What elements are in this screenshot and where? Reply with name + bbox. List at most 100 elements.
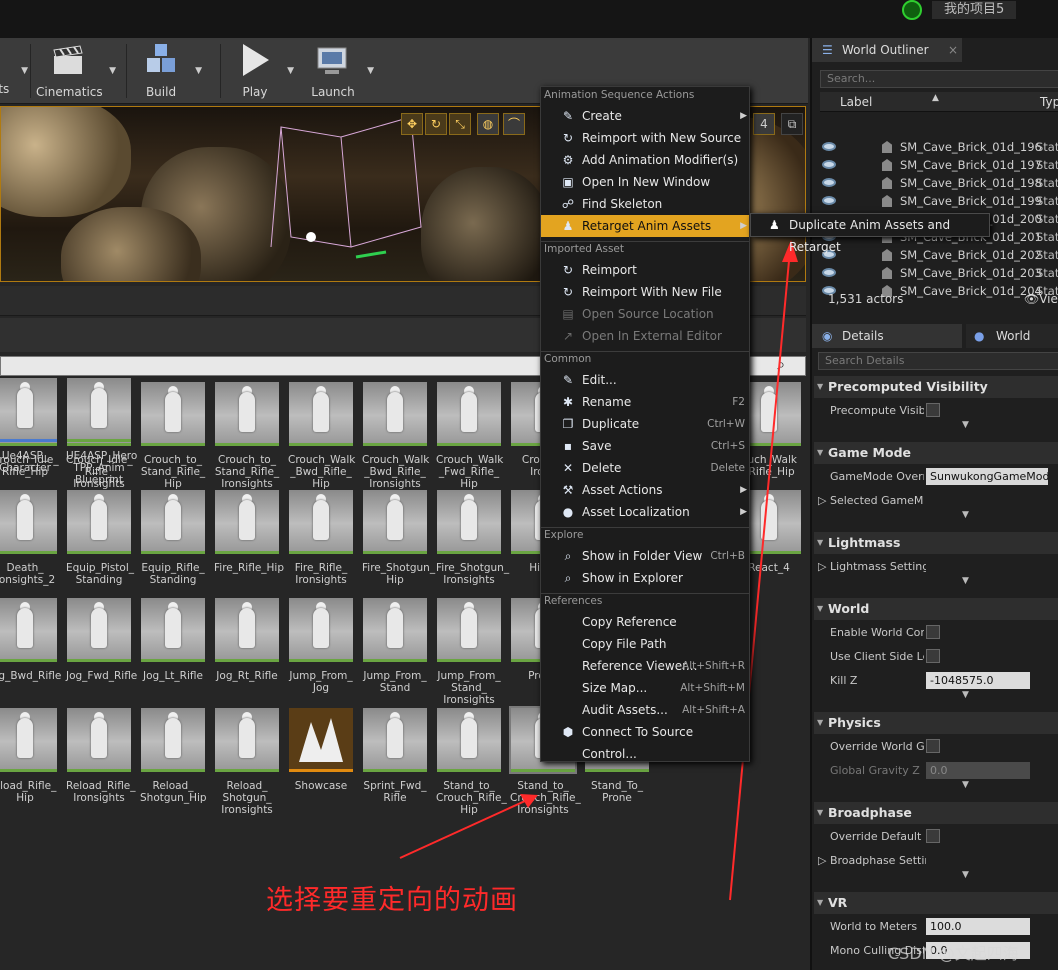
property-label: World to Meters	[830, 920, 924, 933]
menu-item-label: Retarget Anim Assets	[582, 219, 712, 233]
gamemode-combo[interactable]: SunwukongGameMod	[926, 468, 1048, 485]
outliner-row[interactable]: SM_Cave_Brick_01d_199Stati	[812, 192, 1058, 210]
menu-item-label: Copy Reference	[582, 615, 677, 629]
expand-advanced-icon[interactable]: ▼	[962, 576, 969, 586]
expand-arrow-icon[interactable]: ▷	[818, 494, 830, 507]
outliner-row[interactable]: SM_Cave_Brick_01d_197Stati	[812, 156, 1058, 174]
menu-shortcut: Alt+Shift+M	[680, 682, 745, 694]
expand-advanced-icon[interactable]: ▼	[962, 420, 969, 430]
outliner-row[interactable]: SM_Cave_Brick_01d_203Stati	[812, 264, 1058, 282]
visibility-eye-icon[interactable]	[822, 268, 836, 277]
menu-item-find-skeleton[interactable]: ☍ Find Skeleton	[541, 193, 749, 215]
duplicate-icon: ❐	[562, 417, 574, 431]
property-checkbox[interactable]	[926, 829, 940, 843]
menu-item-reference-viewer[interactable]: Reference Viewer... Alt+Shift+R	[541, 655, 749, 677]
reimport-icon: ↻	[562, 131, 574, 145]
number-input[interactable]: 100.0	[926, 918, 1030, 935]
menu-section-header: Explore	[544, 529, 584, 541]
property-checkbox[interactable]	[926, 649, 940, 663]
menu-item-open-source-location: ▤ Open Source Location	[541, 303, 749, 325]
menu-item-copy-reference[interactable]: Copy Reference	[541, 611, 749, 633]
menu-item-add-animation-modifier-s[interactable]: ⚙ Add Animation Modifier(s)	[541, 149, 749, 171]
submenu-duplicate-anim-assets-and-retarget[interactable]: ♟ Duplicate Anim Assets and Retarget	[750, 213, 990, 254]
visibility-eye-icon[interactable]	[822, 160, 836, 169]
menu-item-open-in-new-window[interactable]: ▣ Open In New Window	[541, 171, 749, 193]
menu-item-label: Find Skeleton	[582, 197, 663, 211]
menu-item-copy-file-path[interactable]: Copy File Path	[541, 633, 749, 655]
menu-item-label: Delete	[582, 461, 622, 475]
outliner-header: Label ▲ Typ	[820, 92, 1058, 112]
menu-item-label: Show in Folder View	[582, 549, 703, 563]
property-label: ▷ Selected GameM	[818, 494, 926, 507]
property-checkbox[interactable]	[926, 739, 940, 753]
menu-item-label: Reference Viewer...	[582, 659, 698, 673]
menu-item-create[interactable]: ✎ Create ▶	[541, 105, 749, 127]
close-icon[interactable]: ×	[948, 38, 958, 62]
menu-shortcut: Alt+Shift+A	[682, 704, 745, 716]
expand-advanced-icon[interactable]: ▼	[962, 780, 969, 790]
menu-item-audit-assets[interactable]: Audit Assets... Alt+Shift+A	[541, 699, 749, 721]
create-icon: ✎	[562, 109, 574, 123]
outliner-search-input[interactable]: Search...	[820, 70, 1058, 88]
menu-item-label: Size Map...	[582, 681, 648, 695]
visibility-eye-icon[interactable]	[822, 178, 836, 187]
tab-world-settings[interactable]: ● World Settin	[966, 324, 1058, 367]
actor-type: Stati	[1036, 158, 1058, 172]
retarget-person-icon: ♟	[769, 218, 780, 232]
menu-item-show-in-folder-view[interactable]: ⌕ Show in Folder View Ctrl+B	[541, 545, 749, 567]
details-search-input[interactable]: Search Details	[818, 352, 1058, 370]
outliner-row[interactable]: SM_Cave_Brick_01d_198Stati	[812, 174, 1058, 192]
menu-item-asset-actions[interactable]: ⚒ Asset Actions ▶	[541, 479, 749, 501]
expand-advanced-icon[interactable]: ▼	[962, 690, 969, 700]
details-category[interactable]: World	[814, 598, 1058, 620]
details-category[interactable]: Physics	[814, 712, 1058, 734]
context-menu: Animation Sequence Actions ✎ Create ▶ ↻ Reimp…	[540, 86, 750, 762]
details-category[interactable]: Game Mode	[814, 442, 1058, 464]
menu-item-reimport-with-new-file[interactable]: ↻ Reimport With New File	[541, 281, 749, 303]
menu-shortcut: Ctrl+B	[710, 550, 745, 562]
menu-item-delete[interactable]: ✕ Delete Delete	[541, 457, 749, 479]
outliner-row[interactable]: SM_Cave_Brick_01d_202Stati	[812, 246, 1058, 264]
chevron-right-icon: ▶	[740, 485, 747, 495]
outliner-row[interactable]: SM_Cave_Brick_01d_196Stati	[812, 138, 1058, 156]
details-category[interactable]: VR	[814, 892, 1058, 914]
menu-item-reimport-with-new-source[interactable]: ↻ Reimport with New Source	[541, 127, 749, 149]
visibility-eye-icon[interactable]	[822, 142, 836, 151]
menu-item-rename[interactable]: ✱ Rename F2	[541, 391, 749, 413]
chevron-right-icon: ▶	[740, 111, 747, 121]
number-input[interactable]: -1048575.0	[926, 672, 1030, 689]
actor-type: Stati	[1036, 212, 1058, 226]
property-name: Kill Z	[830, 674, 858, 687]
details-category[interactable]: Broadphase	[814, 802, 1058, 824]
column-label[interactable]: Label	[840, 95, 872, 109]
menu-item-edit[interactable]: ✎ Edit...	[541, 369, 749, 391]
property-label: Override Default B	[830, 830, 924, 843]
watermark: CSDN @文起四海	[888, 944, 1019, 963]
expand-advanced-icon[interactable]: ▼	[962, 510, 969, 520]
menu-item-reimport[interactable]: ↻ Reimport	[541, 259, 749, 281]
details-category[interactable]: Precomputed Visibility	[814, 376, 1058, 398]
menu-item-retarget-anim-assets[interactable]: ♟ Retarget Anim Assets ▶	[541, 215, 749, 237]
menu-item-asset-localization[interactable]: ● Asset Localization ▶	[541, 501, 749, 523]
expand-arrow-icon[interactable]: ▷	[818, 560, 830, 573]
menu-item-show-in-explorer[interactable]: ⌕ Show in Explorer	[541, 567, 749, 589]
menu-item-connect-to-source-control[interactable]: ⬢ Connect To Source Control...	[541, 721, 749, 761]
visibility-eye-icon[interactable]	[822, 196, 836, 205]
tab-details[interactable]: ◉ Details	[812, 324, 962, 348]
menu-item-duplicate[interactable]: ❐ Duplicate Ctrl+W	[541, 413, 749, 435]
menu-item-label: Copy File Path	[582, 637, 667, 651]
property-checkbox[interactable]	[926, 403, 940, 417]
menu-item-save[interactable]: ▪ Save Ctrl+S	[541, 435, 749, 457]
tab-world-outliner[interactable]: ☰ World Outliner ×	[812, 38, 962, 62]
column-type[interactable]: Typ	[1040, 95, 1058, 109]
static-mesh-icon	[882, 141, 892, 153]
edit-icon: ✎	[562, 373, 574, 387]
expand-advanced-icon[interactable]: ▼	[962, 870, 969, 880]
property-label: ▷ Broadphase Settin	[818, 854, 926, 867]
menu-shortcut: F2	[732, 396, 745, 408]
expand-arrow-icon[interactable]: ▷	[818, 854, 830, 867]
view-options-button[interactable]: 👁Vie	[1024, 292, 1058, 306]
property-checkbox[interactable]	[926, 625, 940, 639]
menu-item-size-map[interactable]: Size Map... Alt+Shift+M	[541, 677, 749, 699]
details-category[interactable]: Lightmass	[814, 532, 1058, 554]
